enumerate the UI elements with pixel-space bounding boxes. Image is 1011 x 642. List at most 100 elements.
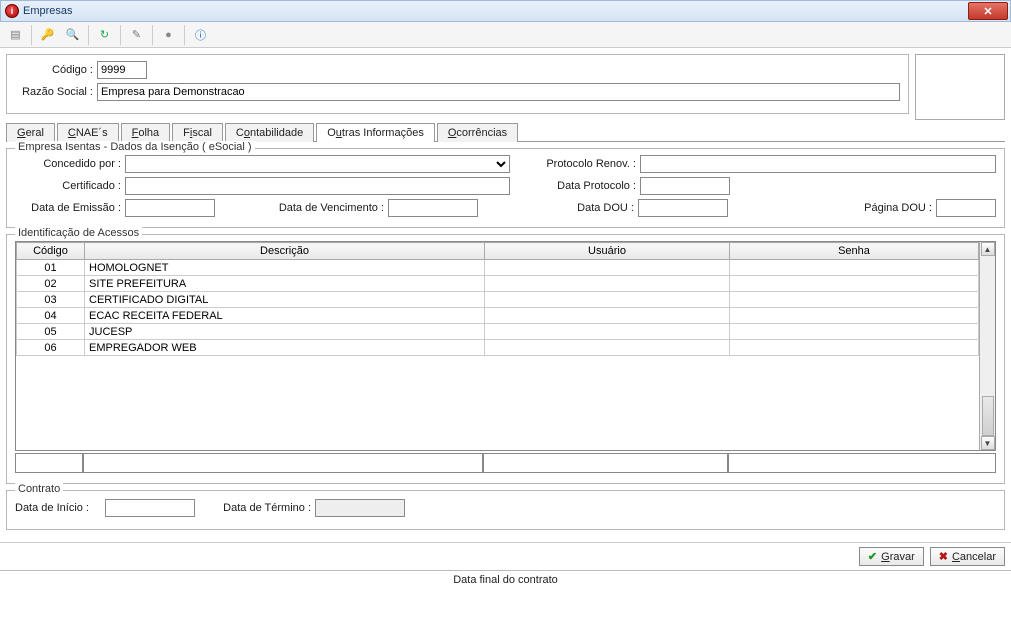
brush-icon: ✎	[132, 28, 141, 41]
data-dou-input[interactable]	[638, 199, 728, 217]
toolbar-btn-1[interactable]: ▤	[4, 24, 27, 46]
table-row[interactable]: 03CERTIFICADO DIGITAL	[17, 292, 979, 308]
cell-descricao: CERTIFICADO DIGITAL	[85, 292, 485, 308]
concedido-select[interactable]	[125, 155, 510, 173]
company-picture[interactable]	[915, 54, 1005, 120]
tab-contabilidade[interactable]: Contabilidade	[225, 123, 314, 142]
certificado-input[interactable]	[125, 177, 510, 195]
data-venc-label: Data de Vencimento :	[215, 202, 388, 214]
cell-senha	[730, 292, 979, 308]
cell-senha	[730, 260, 979, 276]
grid-edit-row	[15, 453, 996, 473]
scroll-down-icon[interactable]: ▼	[981, 436, 995, 450]
tab-fiscal[interactable]: Fiscal	[172, 123, 223, 142]
edit-usuario[interactable]	[483, 453, 728, 473]
data-inicio-input[interactable]	[105, 499, 195, 517]
codigo-label: Código :	[15, 64, 97, 76]
record-icon: ●	[165, 29, 172, 41]
certificado-label: Certificado :	[15, 180, 125, 192]
cell-descricao: EMPREGADOR WEB	[85, 340, 485, 356]
toolbar: ▤ 🔑 🔍 ↻ ✎ ● ⓘ	[0, 22, 1011, 48]
data-venc-input[interactable]	[388, 199, 478, 217]
close-button[interactable]: ✕	[968, 2, 1008, 20]
cell-codigo: 06	[17, 340, 85, 356]
toolbar-btn-6[interactable]: ●	[157, 24, 180, 46]
razao-input[interactable]	[97, 83, 900, 101]
edit-senha[interactable]	[728, 453, 996, 473]
cell-codigo: 02	[17, 276, 85, 292]
cell-senha	[730, 308, 979, 324]
search-icon: 🔍	[66, 28, 80, 41]
cell-usuario	[485, 260, 730, 276]
acessos-fieldset: Identificação de Acessos Código Descriçã…	[6, 234, 1005, 484]
data-termino-label: Data de Término :	[195, 502, 315, 514]
isentas-legend: Empresa Isentas - Dados da Isenção ( eSo…	[15, 141, 255, 153]
data-protocolo-input[interactable]	[640, 177, 730, 195]
content: Código : Razão Social : GGeraleral CNAE´…	[0, 48, 1011, 542]
edit-codigo[interactable]	[15, 453, 83, 473]
refresh-icon: ↻	[100, 28, 109, 41]
table-row[interactable]: 05JUCESP	[17, 324, 979, 340]
cell-codigo: 04	[17, 308, 85, 324]
toolbar-btn-7[interactable]: ⓘ	[189, 24, 212, 46]
close-icon: ✕	[983, 5, 992, 18]
tabpanel-outras: Empresa Isentas - Dados da Isenção ( eSo…	[6, 142, 1005, 530]
cell-usuario	[485, 340, 730, 356]
toolbar-btn-2[interactable]: 🔑	[36, 24, 59, 46]
pagina-dou-label: Página DOU :	[728, 202, 936, 214]
data-termino-input[interactable]	[315, 499, 405, 517]
app-icon: i	[5, 4, 19, 18]
cancelar-button[interactable]: ✖ Cancelar	[930, 547, 1005, 566]
tab-outras-informacoes[interactable]: Outras Informações	[316, 123, 435, 142]
codigo-input[interactable]	[97, 61, 147, 79]
cancel-icon: ✖	[939, 550, 948, 563]
table-row[interactable]: 04ECAC RECEITA FEDERAL	[17, 308, 979, 324]
tab-folha[interactable]: Folha	[121, 123, 171, 142]
header-fieldset: Código : Razão Social :	[6, 54, 909, 114]
protocolo-renov-label: Protocolo Renov. :	[510, 158, 640, 170]
concedido-label: Concedido por :	[15, 158, 125, 170]
cell-descricao: SITE PREFEITURA	[85, 276, 485, 292]
toolbar-btn-4[interactable]: ↻	[93, 24, 116, 46]
pagina-dou-input[interactable]	[936, 199, 996, 217]
col-header-codigo[interactable]: Código	[17, 243, 85, 260]
titlebar: i Empresas ✕	[0, 0, 1011, 22]
col-header-usuario[interactable]: Usuário	[485, 243, 730, 260]
toolbar-btn-3[interactable]: 🔍	[61, 24, 84, 46]
acessos-legend: Identificação de Acessos	[15, 227, 142, 239]
tab-geral[interactable]: GGeraleral	[6, 123, 55, 142]
toolbar-sep	[184, 25, 185, 45]
check-icon: ✔	[868, 550, 877, 563]
window-title: Empresas	[23, 5, 73, 17]
toolbar-sep	[31, 25, 32, 45]
cell-codigo: 05	[17, 324, 85, 340]
document-icon: ▤	[10, 28, 20, 41]
table-row[interactable]: 01HOMOLOGNET	[17, 260, 979, 276]
acessos-grid[interactable]: Código Descrição Usuário Senha 01HOMOLOG…	[15, 241, 996, 451]
tabs: GGeraleral CNAE´s Folha Fiscal Contabili…	[6, 122, 1005, 142]
cell-descricao: JUCESP	[85, 324, 485, 340]
status-bar: Data final do contrato	[0, 570, 1011, 589]
button-bar: ✔ Gravar ✖ Cancelar	[0, 542, 1011, 570]
table-row[interactable]: 06EMPREGADOR WEB	[17, 340, 979, 356]
protocolo-renov-input[interactable]	[640, 155, 996, 173]
scroll-thumb[interactable]	[982, 396, 994, 436]
col-header-descricao[interactable]: Descrição	[85, 243, 485, 260]
data-emissao-input[interactable]	[125, 199, 215, 217]
tab-ocorrencias[interactable]: Ocorrências	[437, 123, 518, 142]
tab-cnaes[interactable]: CNAE´s	[57, 123, 119, 142]
gravar-button[interactable]: ✔ Gravar	[859, 547, 924, 566]
info-icon: ⓘ	[195, 27, 206, 43]
cell-codigo: 01	[17, 260, 85, 276]
edit-descricao[interactable]	[83, 453, 483, 473]
cell-codigo: 03	[17, 292, 85, 308]
data-dou-label: Data DOU :	[478, 202, 638, 214]
scroll-up-icon[interactable]: ▲	[981, 242, 995, 256]
table-row[interactable]: 02SITE PREFEITURA	[17, 276, 979, 292]
grid-scrollbar[interactable]: ▲ ▼	[979, 242, 995, 450]
col-header-senha[interactable]: Senha	[730, 243, 979, 260]
data-emissao-label: Data de Emissão :	[15, 202, 125, 214]
toolbar-sep	[120, 25, 121, 45]
cell-usuario	[485, 324, 730, 340]
toolbar-btn-5[interactable]: ✎	[125, 24, 148, 46]
